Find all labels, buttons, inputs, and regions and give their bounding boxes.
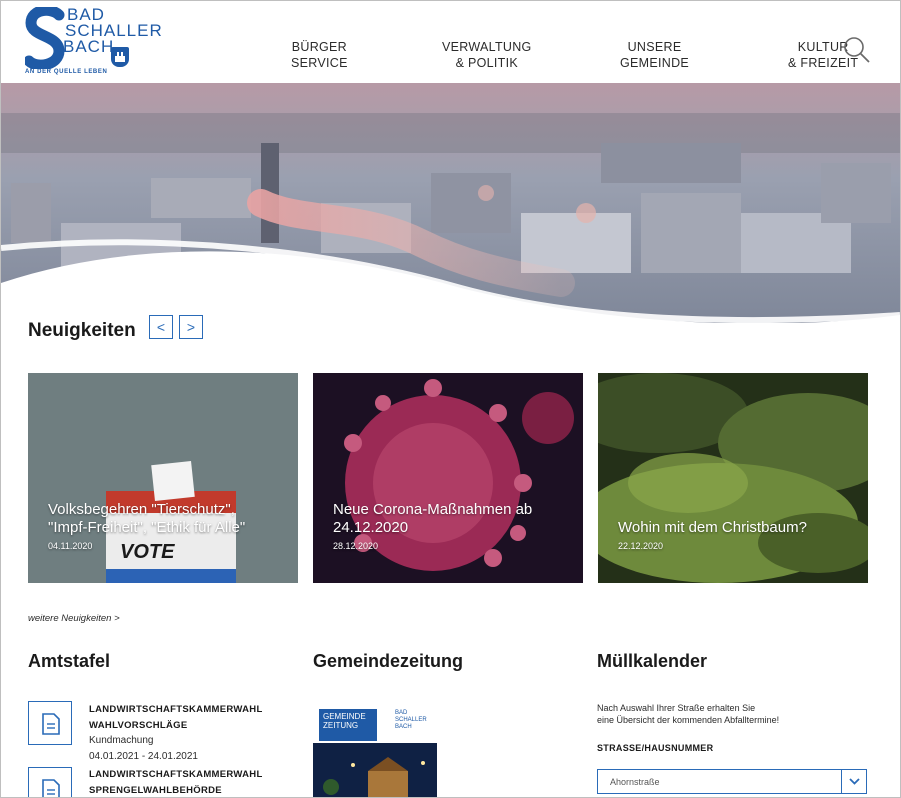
nav-label-line1: VERWALTUNG [442,40,532,54]
document-icon[interactable] [28,701,72,745]
ballot-vote-text: VOTE [120,541,175,563]
amtstafel-item-title-line2[interactable]: WAHLVORSCHLÄGE [89,717,188,735]
logo-s-mark-icon [25,7,65,69]
nav-buerger-service[interactable]: BÜRGER SERVICE [291,39,348,71]
nav-unsere-gemeinde[interactable]: UNSERE GEMEINDE [620,39,689,71]
nav-label-line2: & POLITIK [455,56,519,70]
amtstafel-item-title-line2[interactable]: SPRENGELWAHLBEHÖRDE [89,782,222,797]
nav-label-line1: UNSERE [627,40,682,54]
card-date: 28.12.2020 [333,541,379,551]
nav-label-line1: BÜRGER [291,40,348,54]
page: BAD SCHALLER BACH AN DER QUELLE LEBEN BÜ… [0,0,901,798]
muellkalender-description: Nach Auswahl Ihrer Straße erhalten Sie e… [597,702,779,726]
site-logo[interactable]: BAD SCHALLER BACH AN DER QUELLE LEBEN [25,6,162,77]
cover-title-line1: GEMEINDE [323,712,366,721]
card-title: Wohin mit dem Christbaum? [618,519,807,536]
amtstafel-item-type: Kundmachung [89,735,154,746]
document-icon[interactable] [28,767,72,797]
street-select-value: Ahornstraße [610,777,660,787]
amtstafel-item-dates: 04.01.2021 - 24.01.2021 [89,751,198,762]
nav-label-line2: GEMEINDE [620,56,690,70]
cover-logo-line2: SCHALLER [395,717,427,723]
street-field-label: STRASSE/HAUSNUMMER [597,743,714,753]
card-date: 04.11.2020 [48,541,93,551]
crest-icon [111,47,129,67]
news-card-christbaum[interactable]: Wohin mit dem Christbaum? 22.12.2020 [598,373,868,583]
hero-image [1,83,900,323]
more-news-link[interactable]: weitere Neuigkeiten > [28,613,120,624]
cover-photo [313,743,437,797]
gemeindezeitung-title: Gemeindezeitung [313,651,464,671]
select-toggle[interactable] [841,770,866,793]
nav-label-line2: SERVICE [291,56,348,70]
card-image-fir-branch [598,373,868,583]
gemeindezeitung-cover[interactable]: GEMEINDE ZEITUNG BAD SCHALLER BACH [313,701,437,797]
muellkalender-text-line2: eine Übersicht der kommenden Abfalltermi… [597,715,780,725]
card-date: 22.12.2020 [618,541,664,551]
logo-tagline: AN DER QUELLE LEBEN [25,69,108,75]
muellkalender-text-line1: Nach Auswahl Ihrer Straße erhalten Sie [597,703,756,713]
cover-logo-line1: BAD [395,710,408,716]
muellkalender-title: Müllkalender [597,651,708,671]
amtstafel-title: Amtstafel [28,651,111,671]
news-card-volksbegehren[interactable]: Volksbegehren "Tierschutz", "Impf-Freihe… [28,373,298,583]
cover-logo-line3: BACH [395,724,412,730]
card-title-line2: "Impf-Freiheit", "Ethik für Alle" [48,519,246,536]
chevron-down-icon [849,778,860,785]
news-card-corona[interactable]: Neue Corona-Maßnahmen ab 24.12.2020 28.1… [313,373,583,583]
cover-title-line2: ZEITUNG [323,721,359,730]
news-section-title: Neuigkeiten [28,320,136,341]
card-title-line1: Neue Corona-Maßnahmen ab [333,501,533,518]
news-next-button[interactable]: > [179,315,203,339]
card-image-virus [313,373,583,583]
search-icon[interactable] [841,35,871,65]
news-prev-button[interactable]: < [149,315,173,339]
card-title-line1: Volksbegehren "Tierschutz", [48,501,235,518]
site-header: BAD SCHALLER BACH AN DER QUELLE LEBEN BÜ… [1,1,900,83]
street-select[interactable]: Ahornstraße [597,769,867,794]
nav-verwaltung-politik[interactable]: VERWALTUNG & POLITIK [442,39,532,71]
card-title-line2: 24.12.2020 [333,519,409,536]
